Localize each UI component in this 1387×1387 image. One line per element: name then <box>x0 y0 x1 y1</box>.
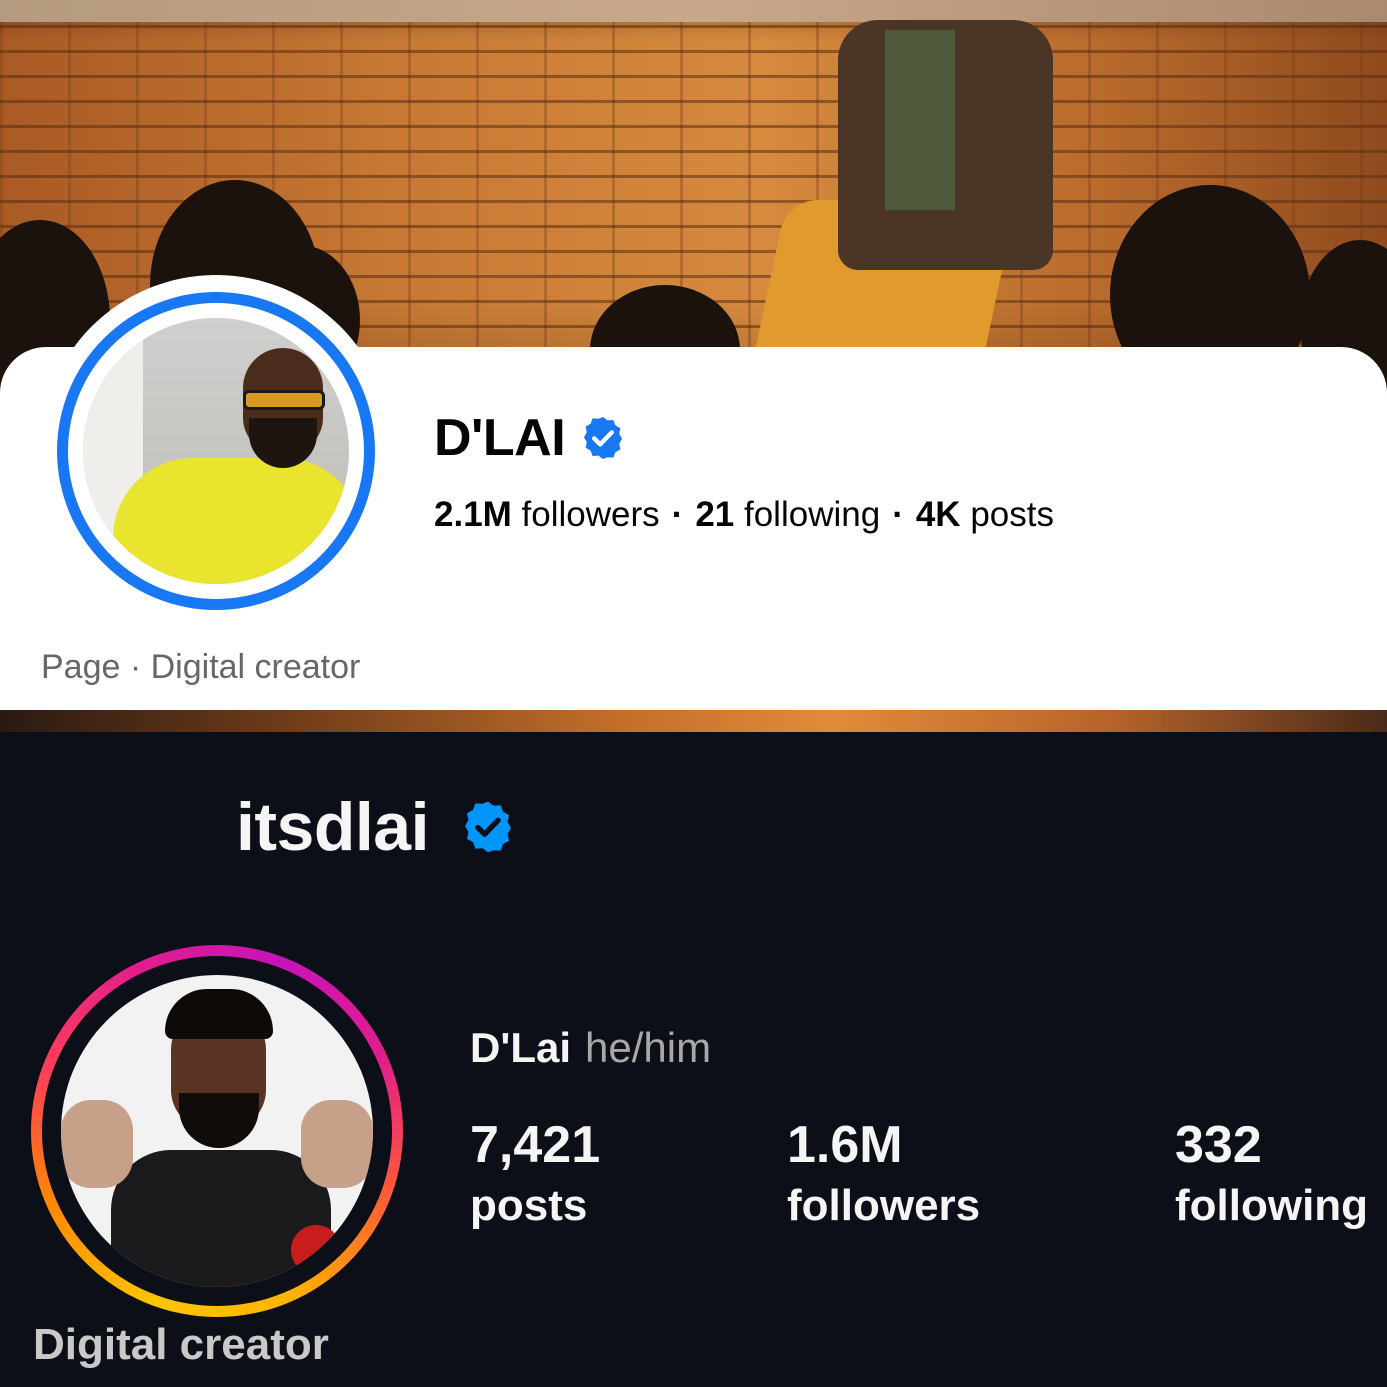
following-label: following <box>1175 1181 1369 1230</box>
posts-link[interactable]: 4K posts <box>916 495 1054 534</box>
posts-label: posts <box>970 495 1054 534</box>
username: itsdlai <box>236 789 430 865</box>
posts-label: posts <box>470 1181 588 1230</box>
posts-count: 4K <box>915 495 961 534</box>
avatar-hair <box>165 989 273 1039</box>
following-link[interactable]: 21 following <box>695 495 880 534</box>
performer-shirt <box>885 30 955 210</box>
following-count: 332 <box>1175 1116 1262 1174</box>
avatar-beard <box>179 1093 259 1148</box>
profile-name-row: D'LAI <box>434 405 627 471</box>
following-count: 21 <box>695 495 735 534</box>
full-name: D'Lai <box>470 1024 572 1071</box>
cover-top-edge <box>0 0 1387 22</box>
page-category: Page · Digital creator <box>41 648 361 686</box>
image-divider <box>0 710 1387 732</box>
pronouns: he/him <box>585 1024 712 1071</box>
verified-badge-icon <box>584 417 623 459</box>
stats-separator: · <box>671 495 684 534</box>
avatar-left-fist <box>61 1100 133 1188</box>
stats-separator: · <box>892 495 904 534</box>
username-row: itsdlai <box>236 787 517 867</box>
profile-stats: 2.1M followers · 21 following · 4K posts <box>434 495 1054 535</box>
followers-stat[interactable]: 1.6M followers <box>787 1112 980 1234</box>
following-label: following <box>743 495 881 534</box>
profile-category: Digital creator <box>33 1320 329 1369</box>
profile-avatar[interactable] <box>83 318 349 584</box>
followers-label: followers <box>787 1181 981 1230</box>
profile-avatar[interactable] <box>61 975 373 1287</box>
avatar-yellow-shirt <box>113 458 349 584</box>
followers-count: 1.6M <box>787 1116 903 1174</box>
following-stat[interactable]: 332 following <box>1175 1112 1368 1234</box>
followers-label: followers <box>521 495 660 534</box>
instagram-profile-section: itsdlai D'Lai he/him 7,421 posts 1.6M fol… <box>0 732 1387 1387</box>
posts-count: 7,421 <box>470 1116 601 1174</box>
followers-link[interactable]: 2.1M followers <box>434 495 660 534</box>
avatar-glasses <box>243 390 325 410</box>
avatar-right-fist <box>301 1100 373 1188</box>
verified-badge-icon <box>465 801 511 853</box>
profile-name: D'LAI <box>434 409 566 467</box>
avatar-red-accent <box>291 1225 341 1275</box>
posts-stat[interactable]: 7,421 posts <box>470 1112 600 1234</box>
display-name-row: D'Lai he/him <box>470 1024 711 1072</box>
followers-count: 2.1M <box>434 495 512 534</box>
facebook-profile-section: D'LAI 2.1M followers · 21 following · 4K pos… <box>0 0 1387 710</box>
